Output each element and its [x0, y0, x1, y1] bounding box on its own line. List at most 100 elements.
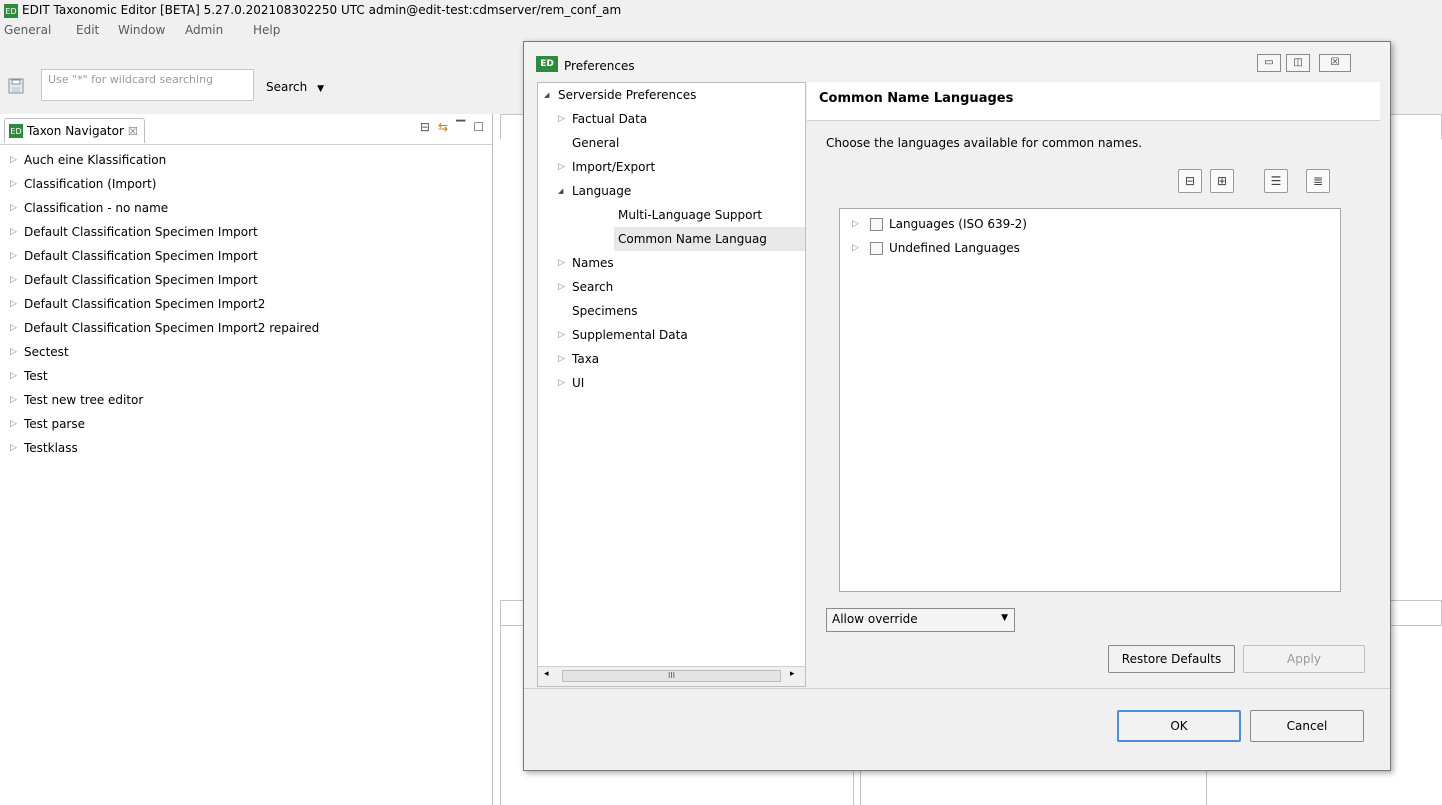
tree-item-label: Testklass	[24, 441, 78, 455]
save-icon[interactable]	[8, 78, 24, 94]
expand-icon[interactable]: ▷	[558, 258, 572, 268]
link-with-editor-icon[interactable]: ⇆	[438, 120, 448, 134]
expand-icon[interactable]: ▷	[10, 371, 24, 381]
scroll-left-icon[interactable]: ◂	[544, 669, 549, 679]
tree-item[interactable]: ▷ Taxa	[558, 347, 599, 371]
tree-view-icon[interactable]: ≣	[1306, 169, 1330, 193]
preferences-dialog: ED Preferences ▭ ◫ ☒ ◢ Serverside Prefere…	[523, 41, 1391, 771]
menu-edit[interactable]: Edit	[76, 23, 99, 37]
tree-item-selected[interactable]: Common Name Languag	[614, 227, 805, 251]
minimize-icon[interactable]: ▔	[456, 120, 465, 134]
tree-item[interactable]: ▷ Default Classification Specimen Import2…	[0, 316, 492, 340]
collapse-icon[interactable]: ◢	[558, 187, 572, 195]
expand-all-button[interactable]: ⊞	[1210, 169, 1234, 193]
tree-item[interactable]: ▷ Test parse	[0, 412, 492, 436]
tree-item[interactable]: ▷ Auch eine Klassification	[0, 148, 492, 172]
tree-item[interactable]: ◢ Language	[558, 179, 631, 203]
ok-button[interactable]: OK	[1117, 710, 1241, 742]
tree-item[interactable]: ◢ Serverside Preferences	[544, 83, 696, 107]
edit-app-icon: ED	[9, 124, 23, 138]
horizontal-scrollbar[interactable]: ◂ III ▸	[538, 666, 805, 686]
expand-icon[interactable]: ▷	[852, 219, 866, 229]
expand-icon[interactable]: ▷	[558, 282, 572, 292]
close-icon[interactable]: ☒	[128, 125, 138, 138]
chevron-down-icon[interactable]: ▼	[317, 84, 324, 94]
edit-app-icon: ED	[536, 56, 558, 72]
maximize-button[interactable]: ◫	[1286, 54, 1310, 72]
tree-item[interactable]: Multi-Language Support	[618, 203, 762, 227]
search-label: Search	[266, 80, 308, 94]
expand-icon[interactable]: ▷	[10, 275, 24, 285]
expand-icon[interactable]: ▷	[10, 323, 24, 333]
collapse-all-icon[interactable]: ⊟	[420, 120, 430, 134]
expand-icon[interactable]: ▷	[558, 354, 572, 364]
restore-defaults-button[interactable]: Restore Defaults	[1108, 645, 1235, 673]
tree-item[interactable]: ▷ Classification (Import)	[0, 172, 492, 196]
tree-item[interactable]: ▷ Supplemental Data	[558, 323, 688, 347]
expand-icon[interactable]: ▷	[10, 419, 24, 429]
expand-icon[interactable]: ▷	[852, 243, 866, 253]
expand-icon[interactable]: ▷	[558, 378, 572, 388]
preferences-tree: ◢ Serverside Preferences ▷ Factual Data Ge…	[537, 82, 806, 687]
scroll-right-icon[interactable]: ▸	[790, 669, 795, 679]
search-button[interactable]: Search ▼	[266, 80, 324, 94]
tree-item[interactable]: ▷ UI	[558, 371, 584, 395]
expand-icon[interactable]: ▷	[558, 162, 572, 172]
override-select[interactable]: Allow override ▼	[826, 608, 1015, 632]
tree-item[interactable]: General	[572, 131, 619, 155]
tree-item[interactable]: ▷ Factual Data	[558, 107, 647, 131]
menu-general[interactable]: General	[4, 23, 51, 37]
list-view-icon[interactable]: ☰	[1264, 169, 1288, 193]
tree-item[interactable]: ▷ Default Classification Specimen Import2	[0, 292, 492, 316]
close-button[interactable]: ☒	[1319, 54, 1351, 72]
menu-window[interactable]: Window	[118, 23, 165, 37]
tree-item[interactable]: Specimens	[572, 299, 637, 323]
page-header: Common Name Languages	[807, 82, 1380, 121]
select-value: Allow override	[832, 612, 918, 626]
maximize-icon[interactable]: ☐	[473, 120, 484, 134]
tree-item[interactable]: ▷ Languages (ISO 639-2)	[852, 213, 1027, 235]
tree-item[interactable]: ▷ Names	[558, 251, 614, 275]
tree-item-label: Supplemental Data	[572, 328, 688, 342]
tree-item-label: Import/Export	[572, 160, 656, 174]
tree-item[interactable]: ▷ Sectest	[0, 340, 492, 364]
tree-item[interactable]: ▷ Import/Export	[558, 155, 655, 179]
tree-item[interactable]: ▷ Default Classification Specimen Import	[0, 268, 492, 292]
expand-icon[interactable]: ▷	[10, 203, 24, 213]
window-title-bar: ED EDIT Taxonomic Editor [BETA] 5.27.0.2…	[0, 0, 1442, 22]
tab-taxon-navigator[interactable]: ED Taxon Navigator ☒	[4, 118, 145, 143]
expand-icon[interactable]: ▷	[10, 443, 24, 453]
tree-item-label: Classification - no name	[24, 201, 169, 215]
expand-icon[interactable]: ▷	[10, 251, 24, 261]
tree-item[interactable]: ▷ Test	[0, 364, 492, 388]
cancel-button[interactable]: Cancel	[1250, 710, 1364, 742]
checkbox[interactable]	[870, 217, 883, 231]
apply-button[interactable]: Apply	[1243, 645, 1365, 673]
tree-item[interactable]: ▷ Test new tree editor	[0, 388, 492, 412]
expand-icon[interactable]: ▷	[10, 299, 24, 309]
scrollbar-thumb[interactable]: III	[562, 670, 781, 682]
svg-text:ED: ED	[5, 7, 16, 16]
expand-icon[interactable]: ▷	[10, 395, 24, 405]
expand-icon[interactable]: ▷	[10, 347, 24, 357]
expand-icon[interactable]: ▷	[558, 330, 572, 340]
tree-item[interactable]: ▷ Search	[558, 275, 613, 299]
search-input[interactable]: Use "*" for wildcard searching	[41, 69, 254, 101]
tree-item[interactable]: ▷ Default Classification Specimen Import	[0, 220, 492, 244]
expand-icon[interactable]: ▷	[10, 179, 24, 189]
expand-icon[interactable]: ▷	[558, 114, 572, 124]
minimize-button[interactable]: ▭	[1257, 54, 1281, 72]
menu-help[interactable]: Help	[253, 23, 280, 37]
tree-item[interactable]: ▷ Undefined Languages	[852, 237, 1020, 259]
tree-item[interactable]: ▷ Testklass	[0, 436, 492, 460]
menu-admin[interactable]: Admin	[185, 23, 223, 37]
checkbox[interactable]	[870, 241, 883, 255]
collapse-all-button[interactable]: ⊟	[1178, 169, 1202, 193]
tree-item[interactable]: ▷ Classification - no name	[0, 196, 492, 220]
divider	[500, 624, 501, 805]
expand-icon[interactable]: ▷	[10, 155, 24, 165]
collapse-icon[interactable]: ◢	[544, 91, 558, 99]
expand-icon[interactable]: ▷	[10, 227, 24, 237]
tree-item[interactable]: ▷ Default Classification Specimen Import	[0, 244, 492, 268]
dialog-title-bar: ED Preferences ▭ ◫ ☒	[524, 42, 1390, 80]
